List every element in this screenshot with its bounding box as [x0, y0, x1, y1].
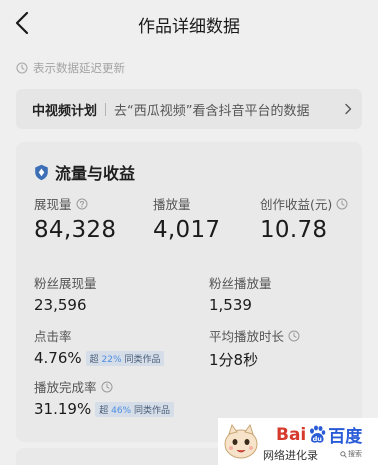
ctr-metric: 点击率 4.76% 超 22% 同类作品	[34, 326, 165, 367]
traffic-earnings-card: 流量与收益 展现量 84,328 播放量 4,017 创作收益(元) 10.78	[16, 142, 362, 442]
impressions-label: 展现量	[34, 197, 72, 212]
page-title: 作品详细数据	[138, 17, 240, 37]
plays-value: 4,017	[153, 217, 221, 243]
clock-icon[interactable]	[288, 330, 300, 342]
chevron-right-icon	[345, 103, 352, 115]
section-header: 流量与收益	[34, 160, 135, 184]
paw-icon: du	[310, 425, 326, 442]
fan-plays-metric: 粉丝播放量 1,539	[209, 273, 272, 314]
earnings-metric: 创作收益(元) 10.78	[260, 194, 348, 243]
shield-icon	[35, 164, 48, 180]
fan-plays-value: 1,539	[209, 296, 252, 314]
mascot-icon	[224, 423, 258, 459]
fan-impressions-label: 粉丝展现量	[34, 276, 97, 291]
completion-value-row: 31.19% 超 46% 同类作品	[34, 400, 174, 418]
plays-label: 播放量	[153, 197, 191, 212]
fan-impressions-value: 23,596	[34, 296, 87, 314]
fan-plays-label: 粉丝播放量	[209, 276, 272, 291]
avg-duration-value: 1分8秒	[209, 351, 259, 369]
baidu-logo: Bai du 百度	[276, 424, 363, 448]
search-icon	[340, 450, 347, 458]
plays-metric: 播放量 4,017	[153, 194, 220, 243]
watermark-caption: 网络进化录	[263, 449, 318, 462]
mid-video-plan-link[interactable]: 中视频计划 去“西瓜视频”看含抖音平台的数据	[16, 89, 362, 129]
completion-label-row: 播放完成率	[34, 377, 174, 396]
clock-icon	[16, 62, 28, 74]
impressions-label-row: 展现量	[34, 194, 116, 213]
watermark-search: 搜索	[340, 449, 362, 459]
ctr-comparison-badge: 超 22% 同类作品	[85, 350, 165, 366]
ctr-label: 点击率	[34, 329, 72, 344]
avg-duration-label: 平均播放时长	[209, 329, 285, 344]
completion-value: 31.19%	[34, 400, 92, 418]
impressions-value: 84,328	[34, 217, 117, 243]
plan-description: 去“西瓜视频”看含抖音平台的数据	[114, 103, 310, 119]
avg-duration-label-row: 平均播放时长	[209, 326, 300, 345]
avg-duration-metric: 平均播放时长 1分8秒	[209, 326, 300, 370]
fan-impressions-metric: 粉丝展现量 23,596	[34, 273, 97, 314]
section-title: 流量与收益	[55, 164, 136, 183]
clock-icon[interactable]	[336, 198, 348, 210]
earnings-label-row: 创作收益(元)	[260, 194, 348, 213]
earnings-label: 创作收益(元)	[260, 197, 333, 212]
notice-text: 表示数据延迟更新	[33, 61, 125, 75]
completion-label: 播放完成率	[34, 380, 97, 395]
header: 作品详细数据	[0, 0, 378, 48]
impressions-metric: 展现量 84,328	[34, 194, 116, 243]
plan-divider	[105, 102, 107, 116]
plan-title: 中视频计划	[32, 103, 98, 119]
completion-metric: 播放完成率 31.19% 超 46% 同类作品	[34, 377, 174, 418]
baidu-watermark: Bai du 百度 网络进化录 搜索	[218, 418, 378, 465]
completion-comparison-badge: 超 46% 同类作品	[95, 401, 174, 417]
data-delay-notice: 表示数据延迟更新	[16, 60, 125, 76]
earnings-value: 10.78	[260, 217, 328, 243]
question-icon[interactable]	[76, 198, 88, 210]
clock-icon[interactable]	[101, 381, 113, 393]
svg-text:du: du	[313, 434, 323, 442]
ctr-value: 4.76%	[34, 349, 82, 367]
ctr-value-row: 4.76% 超 22% 同类作品	[34, 349, 165, 367]
